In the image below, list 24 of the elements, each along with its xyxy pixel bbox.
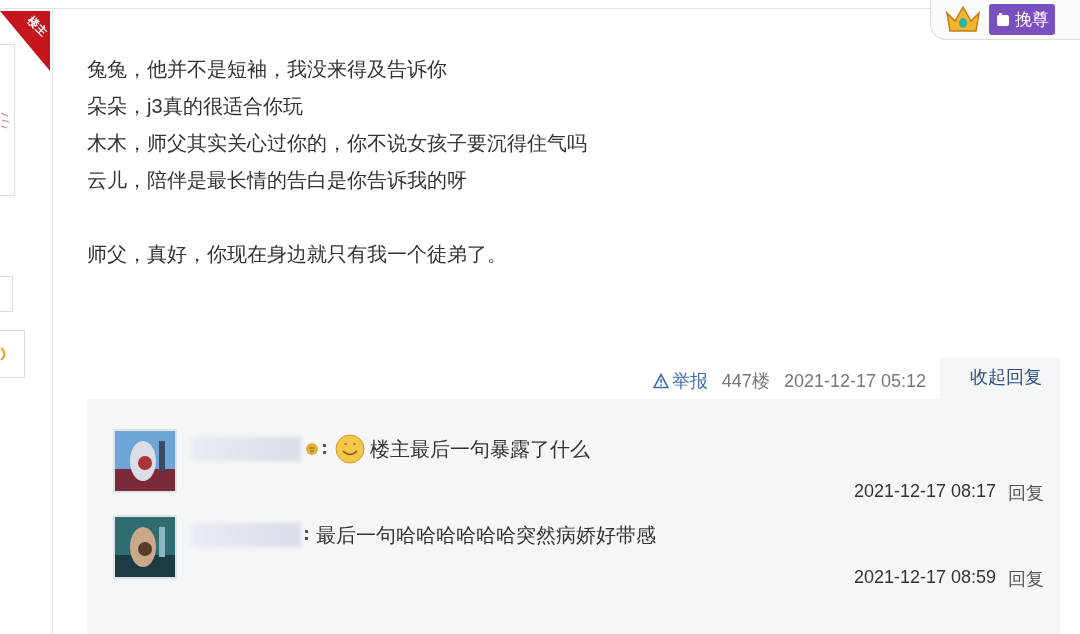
post-text-line: 兔兔，他并不是短袖，我没来得及告诉你 [87, 57, 448, 82]
post-text-line: 师父，真好，你现在身边就只有我一个徒弟了。 [87, 242, 508, 267]
floor-number: 447楼 [721, 370, 770, 393]
post-time: 2021-12-17 05:12 [783, 370, 926, 392]
collapse-replies-tab[interactable]: 收起回复 [940, 357, 1060, 399]
reply-time: 2021-12-17 08:59 [853, 567, 996, 589]
reply-text: 楼主最后一句暴露了什么 [370, 436, 590, 462]
fist-icon [995, 11, 1011, 28]
reply-time: 2021-12-17 08:17 [853, 481, 996, 503]
side-box[interactable] [0, 330, 25, 378]
report-link[interactable]: 举报 [652, 369, 708, 393]
reply-link[interactable]: 回复 [1008, 567, 1044, 591]
post-text-line: 朵朵，j3真的很适合你玩 [87, 94, 304, 119]
owner-badge: 楼主 [0, 11, 50, 71]
signature-drawing [0, 110, 10, 130]
smiley-icon [334, 433, 366, 465]
post-text-line: 云儿，陪伴是最长情的告白是你告诉我的呀 [87, 168, 468, 193]
reply-link[interactable]: 回复 [1008, 481, 1044, 505]
side-box [0, 276, 13, 312]
reply-text: 最后一句哈哈哈哈哈哈突然病娇好带感 [316, 522, 656, 548]
support-button[interactable]: 挽尊 [989, 4, 1055, 35]
post-text-line: 木木，师父其实关心过你的，你不说女孩子要沉得住气吗 [87, 131, 588, 156]
warning-icon [652, 373, 669, 389]
tiger-badge-icon [305, 442, 319, 456]
